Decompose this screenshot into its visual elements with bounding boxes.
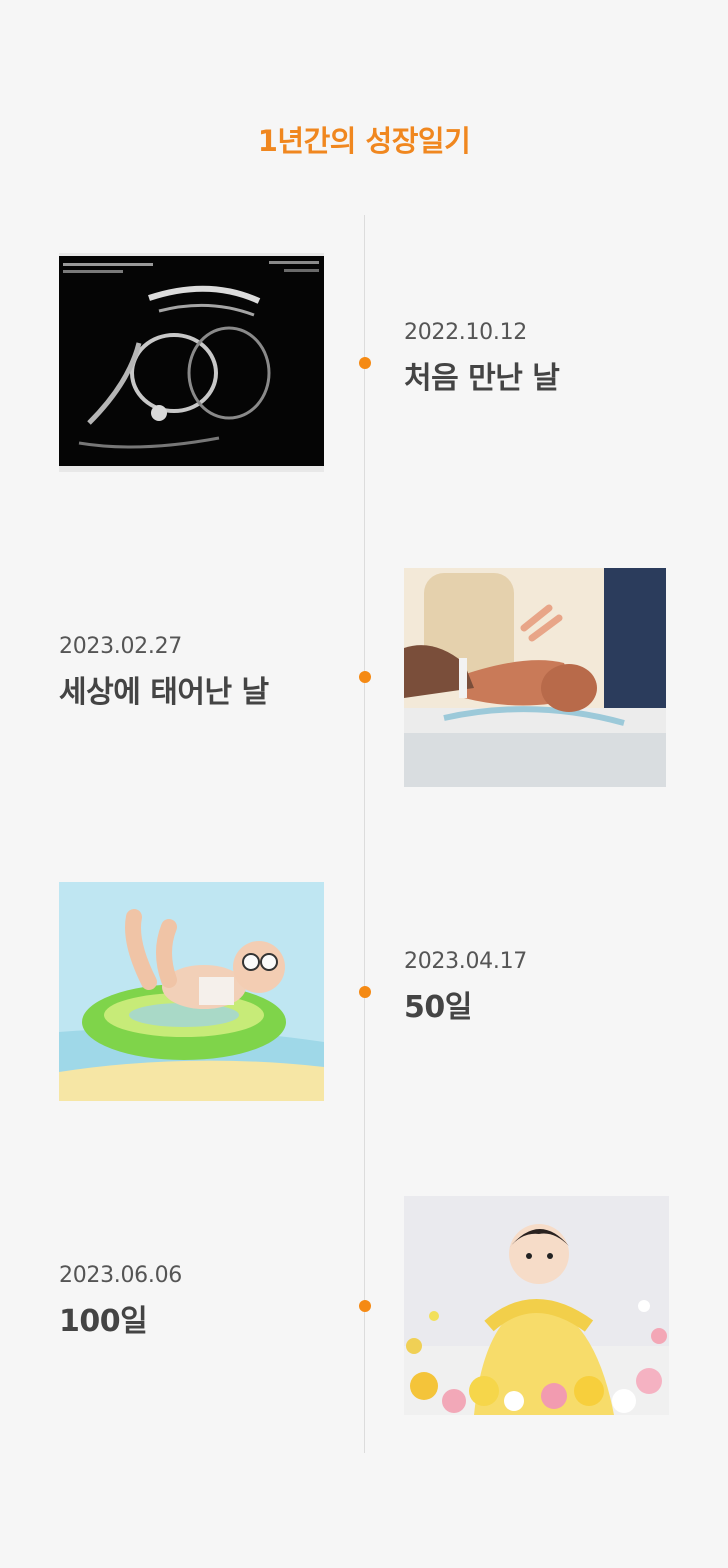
entry-date: 2023.04.17	[404, 949, 527, 974]
entry-caption: 100일	[59, 1304, 148, 1339]
timeline-dot	[359, 357, 371, 369]
timeline-entry-text: 2023.04.17 50일	[404, 949, 527, 1026]
growth-diary-page: 1년간의 성장일기 2022.10.12 처음 만난 날 2023.02.27 …	[0, 0, 728, 1568]
entry-date: 2023.02.27	[59, 634, 182, 659]
timeline-dot	[359, 1300, 371, 1312]
timeline-dot	[359, 671, 371, 683]
entry-date: 2022.10.12	[404, 320, 527, 345]
timeline-line	[364, 215, 365, 1453]
entry-caption: 처음 만난 날	[404, 361, 560, 396]
timeline-entry-text: 2023.02.27 세상에 태어난 날	[59, 634, 269, 711]
timeline-dot	[359, 986, 371, 998]
baby-float-photo	[59, 882, 324, 1101]
baby-flowers-photo	[404, 1196, 669, 1415]
entry-date: 2023.06.06	[59, 1263, 182, 1288]
ultrasound-photo	[59, 253, 324, 472]
timeline-entry-text: 2023.06.06 100일	[59, 1263, 182, 1340]
timeline-entry-text: 2022.10.12 처음 만난 날	[404, 320, 560, 397]
page-title: 1년간의 성장일기	[257, 124, 471, 158]
entry-caption: 50일	[404, 990, 472, 1025]
entry-caption: 세상에 태어난 날	[59, 675, 269, 710]
newborn-photo	[404, 568, 666, 787]
